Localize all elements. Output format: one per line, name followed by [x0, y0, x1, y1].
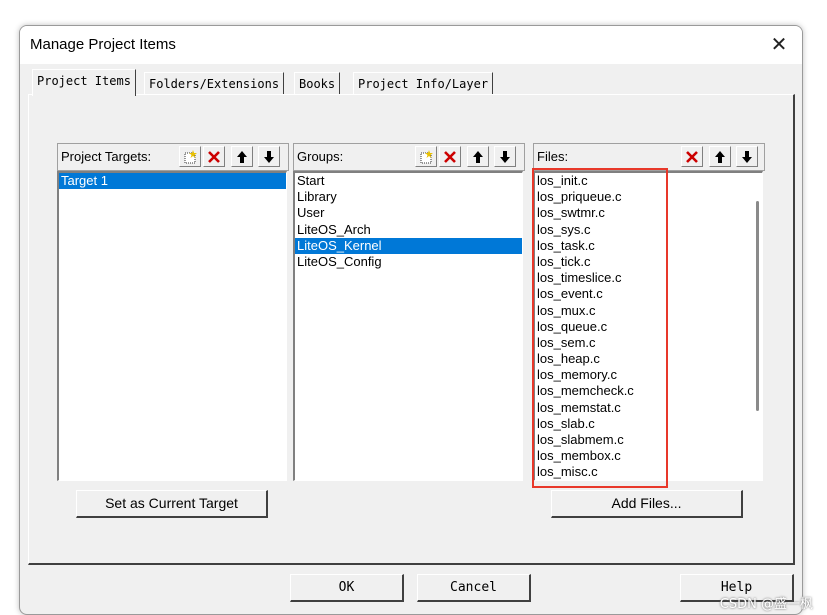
files-scrollbar[interactable]: [756, 201, 759, 411]
group-list-item[interactable]: User: [295, 205, 522, 221]
groups-header-label: Groups:: [297, 149, 344, 164]
delete-icon[interactable]: [439, 146, 461, 167]
cancel-button[interactable]: Cancel: [417, 574, 531, 602]
file-list-item[interactable]: los_priqueue.c: [535, 189, 762, 205]
window-title: Manage Project Items: [30, 36, 176, 53]
file-list-item[interactable]: los_membox.c: [535, 448, 762, 464]
file-list-item[interactable]: los_tick.c: [535, 254, 762, 270]
file-list-item[interactable]: los_sem.c: [535, 335, 762, 351]
move-down-icon[interactable]: [736, 146, 758, 167]
file-list-item[interactable]: los_timeslice.c: [535, 270, 762, 286]
file-list-item[interactable]: los_misc.c: [535, 464, 762, 480]
close-icon[interactable]: ✕: [766, 32, 792, 58]
targets-header-label: Project Targets:: [61, 149, 152, 164]
add-files-button[interactable]: Add Files...: [551, 490, 743, 518]
watermark: CSDN @盛一枫: [719, 597, 813, 612]
tab-books[interactable]: Books: [294, 72, 341, 95]
target-list-item[interactable]: Target 1: [59, 173, 286, 190]
file-list-item[interactable]: los_memory.c: [535, 367, 762, 383]
group-list-item[interactable]: Start: [295, 173, 522, 189]
group-list-item[interactable]: LiteOS_Kernel: [295, 237, 522, 254]
file-list-item[interactable]: los_memcheck.c: [535, 383, 762, 399]
files-list[interactable]: los_init.c los_priqueue.c los_swtmr.c los_s…: [533, 171, 763, 481]
new-group-icon[interactable]: [415, 146, 437, 167]
file-list-item[interactable]: los_slabmem.c: [535, 432, 762, 448]
files-header: Files:: [533, 143, 765, 171]
group-list-item[interactable]: LiteOS_Config: [295, 254, 522, 270]
move-up-icon[interactable]: [467, 146, 489, 167]
set-as-current-target-button[interactable]: Set as Current Target: [76, 490, 268, 518]
groups-list[interactable]: Start Library User LiteOS_Arch LiteOS_Kernel…: [293, 171, 523, 481]
file-list-item[interactable]: los_event.c: [535, 286, 762, 302]
targets-list[interactable]: Target 1: [57, 171, 287, 481]
manage-project-items-dialog: Manage Project Items ✕ Project Items Fol…: [19, 25, 803, 615]
move-down-icon[interactable]: [258, 146, 280, 167]
tab-project-info-layer[interactable]: Project Info/Layer: [353, 72, 494, 95]
file-list-item[interactable]: los_slab.c: [535, 416, 762, 432]
files-header-label: Files:: [537, 149, 569, 164]
file-list-item[interactable]: los_task.c: [535, 238, 762, 254]
title-bar: Manage Project Items ✕: [20, 26, 802, 64]
move-up-icon[interactable]: [709, 146, 731, 167]
delete-icon[interactable]: [203, 146, 225, 167]
ok-button[interactable]: OK: [290, 574, 404, 602]
move-up-icon[interactable]: [231, 146, 253, 167]
file-list-item[interactable]: los_mux.c: [535, 303, 762, 319]
file-list-item[interactable]: los_memstat.c: [535, 400, 762, 416]
tab-folders-extensions[interactable]: Folders/Extensions: [144, 72, 285, 95]
group-list-item[interactable]: Library: [295, 189, 522, 205]
targets-header: Project Targets:: [57, 143, 289, 171]
file-list-item[interactable]: los_sys.c: [535, 222, 762, 238]
groups-header: Groups:: [293, 143, 525, 171]
file-list-item[interactable]: los_queue.c: [535, 319, 762, 335]
delete-icon[interactable]: [681, 146, 703, 167]
file-list-item[interactable]: los_heap.c: [535, 351, 762, 367]
move-down-icon[interactable]: [494, 146, 516, 167]
file-list-item[interactable]: los_init.c: [535, 173, 762, 189]
group-list-item[interactable]: LiteOS_Arch: [295, 222, 522, 238]
tab-project-items[interactable]: Project Items: [32, 69, 136, 96]
new-target-icon[interactable]: [179, 146, 201, 167]
file-list-item[interactable]: los_swtmr.c: [535, 205, 762, 221]
